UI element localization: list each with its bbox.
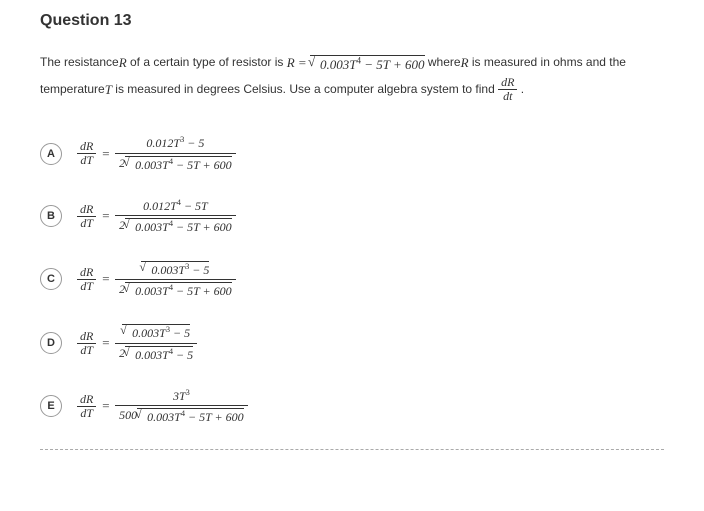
rhs-frac: 0.003T3 − 5 20.003T4 − 5 [115,322,197,364]
equals: = [101,398,110,414]
radio-icon: C [40,268,62,290]
rhs-num: 0.012T3 − 5 [115,133,236,153]
radio-icon: A [40,143,62,165]
rhs-frac: 3T3 5000.003T4 − 5T + 600 [115,386,248,427]
den-rad: 0.003T4 − 5T + 600 [135,158,232,172]
option-math: dRdT = 0.003T3 − 5 20.003T4 − 5 [77,322,197,364]
den-rad: 0.003T4 − 5T + 600 [135,220,232,234]
sqrt-icon: 0.003T4 − 5T + 600 [125,218,232,234]
lhs-num: dR [77,393,96,407]
num-rad: 0.003T3 − 5 [151,263,209,277]
options-list: A dRdT = 0.012T3 − 5 20.003T4 − 5T + 600… [40,133,664,426]
rhs-frac: 0.012T3 − 5 20.003T4 − 5T + 600 [115,133,236,174]
deriv-num: dR [498,76,517,90]
stem-equation: R = 0.003T4 − 5T + 600 [287,50,425,76]
stem-var-r: R [119,50,127,76]
lhs-den: dT [77,407,96,420]
sqrt-icon: 0.003T3 − 5 [141,261,209,277]
rhs-frac: 0.003T3 − 5 20.003T4 − 5T + 600 [115,259,236,301]
radio-icon: D [40,332,62,354]
lhs-num: dR [77,140,96,154]
lhs-den: dT [77,344,96,357]
lhs-num: dR [77,266,96,280]
sqrt-icon: 0.003T3 − 5 [122,324,190,340]
eq-lhs: R = [287,55,310,70]
sqrt-icon: 0.003T4 − 5 [125,346,193,362]
question-stem: The resistanceR of a certain type of res… [40,50,664,103]
radio-icon: B [40,205,62,227]
equals: = [101,208,110,224]
rhs-num: 0.012T4 − 5T [115,196,236,216]
lhs-frac: dRdT [77,393,96,420]
equals: = [101,271,110,287]
equals: = [101,146,110,162]
lhs-num: dR [77,203,96,217]
radio-icon: E [40,395,62,417]
rhs-num: 0.003T3 − 5 [115,259,236,280]
option-a[interactable]: A dRdT = 0.012T3 − 5 20.003T4 − 5T + 600 [40,133,664,174]
lhs-den: dT [77,280,96,293]
rhs-den: 20.003T4 − 5T + 600 [115,154,236,174]
rhs-num: 3T3 [115,386,248,406]
lhs-frac: dRdT [77,140,96,167]
option-d[interactable]: D dRdT = 0.003T3 − 5 20.003T4 − 5 [40,322,664,364]
option-b[interactable]: B dRdT = 0.012T4 − 5T 20.003T4 − 5T + 60… [40,196,664,237]
lhs-frac: dRdT [77,330,96,357]
option-math: dRdT = 0.012T3 − 5 20.003T4 − 5T + 600 [77,133,236,174]
stem-var-r: R [461,50,469,76]
rhs-num: 0.003T3 − 5 [115,322,197,343]
rhs-den: 20.003T4 − 5T + 600 [115,216,236,236]
sqrt-icon: 0.003T4 − 5T + 600 [310,55,425,73]
stem-text: where [425,55,461,69]
stem-var-t: T [105,77,112,103]
rhs-den: 20.003T4 − 5T + 600 [115,280,236,300]
rhs-frac: 0.012T4 − 5T 20.003T4 − 5T + 600 [115,196,236,237]
lhs-den: dT [77,217,96,230]
lhs-frac: dRdT [77,266,96,293]
den-rad: 0.003T4 − 5 [135,348,193,362]
lhs-frac: dRdT [77,203,96,230]
question-title: Question 13 [40,12,664,30]
stem-text: is measured in degrees Celsius. Use a co… [112,82,498,96]
equals: = [101,335,110,351]
rhs-den: 5000.003T4 − 5T + 600 [115,406,248,426]
stem-text: . [517,82,524,96]
sqrt-icon: 0.003T4 − 5T + 600 [137,408,244,424]
option-math: dRdT = 3T3 5000.003T4 − 5T + 600 [77,386,248,427]
stem-text: of a certain type of resistor is [127,55,287,69]
option-math: dRdT = 0.012T4 − 5T 20.003T4 − 5T + 600 [77,196,236,237]
lhs-den: dT [77,154,96,167]
option-e[interactable]: E dRdT = 3T3 5000.003T4 − 5T + 600 [40,386,664,427]
stem-deriv: dRdt [498,76,517,103]
divider [40,449,664,450]
eq-radicand: 0.003T4 − 5T + 600 [320,57,425,72]
deriv-den: dt [498,90,517,103]
option-c[interactable]: C dRdT = 0.003T3 − 5 20.003T4 − 5T + 600 [40,259,664,301]
option-math: dRdT = 0.003T3 − 5 20.003T4 − 5T + 600 [77,259,236,301]
num-rad: 0.003T3 − 5 [132,326,190,340]
den-rad: 0.003T4 − 5T + 600 [135,284,232,298]
sqrt-icon: 0.003T4 − 5T + 600 [125,282,232,298]
sqrt-icon: 0.003T4 − 5T + 600 [125,156,232,172]
lhs-num: dR [77,330,96,344]
stem-text: The resistance [40,55,119,69]
den-rad: 0.003T4 − 5T + 600 [147,410,244,424]
rhs-den: 20.003T4 − 5 [115,344,197,364]
